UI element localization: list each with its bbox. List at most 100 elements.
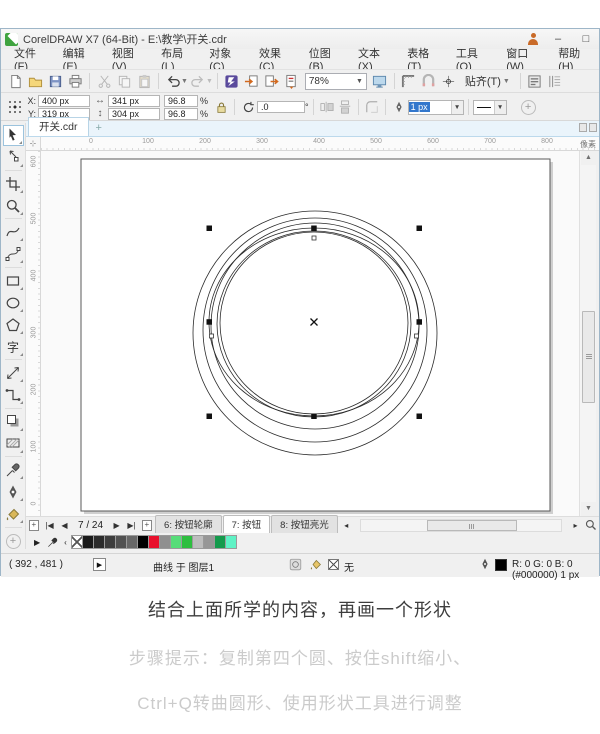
horizontal-scroll-thumb[interactable] — [426, 519, 517, 531]
height-field[interactable]: 304 px — [108, 107, 160, 120]
cut-icon[interactable] — [94, 71, 114, 91]
add-page-before-icon[interactable] — [29, 519, 39, 531]
freehand-tool-icon[interactable] — [3, 222, 24, 242]
new-document-icon[interactable] — [5, 71, 25, 91]
mirror-vertical-icon[interactable] — [336, 98, 354, 116]
copy-icon[interactable] — [114, 71, 134, 91]
options-icon[interactable] — [525, 71, 545, 91]
palette-flyout-icon[interactable]: ▶ — [34, 538, 40, 547]
page-tab-1[interactable]: 7: 按钮 — [222, 515, 271, 533]
palette-scroll-left-icon[interactable]: ‹ — [64, 538, 67, 547]
fill-none-icon — [328, 559, 339, 570]
drop-shadow-tool-icon[interactable] — [3, 411, 24, 432]
dimension-tool-icon[interactable] — [3, 363, 24, 383]
pick-tool-icon[interactable] — [2, 125, 24, 146]
width-field[interactable]: 341 px — [108, 94, 160, 107]
v-ruler-tick: 500 — [30, 212, 38, 225]
save-icon[interactable] — [45, 71, 65, 91]
publish-pdf-icon[interactable] — [282, 71, 302, 91]
add-page-after-icon[interactable] — [142, 519, 153, 531]
round-corner-icon[interactable] — [363, 98, 381, 116]
object-info: 曲线 于 图层1 — [153, 563, 215, 574]
text-tool-icon[interactable]: 字 — [3, 336, 24, 357]
fullscreen-preview-icon[interactable] — [370, 71, 390, 91]
x-position-field[interactable]: 400 px — [38, 94, 90, 107]
transparency-tool-icon[interactable] — [3, 433, 24, 454]
bezier-tool-icon[interactable] — [3, 244, 24, 264]
ruler-origin[interactable]: ⊹ — [26, 137, 41, 151]
paste-icon[interactable] — [134, 71, 154, 91]
shape-tool-icon[interactable] — [3, 147, 24, 167]
snap-combo[interactable]: 贴齐(T) ▼ — [459, 73, 516, 89]
next-page-icon[interactable]: ▶ — [109, 521, 124, 530]
view-navigator-toggles[interactable] — [579, 123, 599, 136]
export-icon[interactable] — [262, 71, 282, 91]
mirror-horizontal-icon[interactable] — [318, 98, 336, 116]
rectangle-tool-icon[interactable] — [3, 270, 24, 291]
horizontal-ruler[interactable]: 0 100 200 300 400 500 600 700 800 像素 — [41, 137, 599, 151]
print-icon[interactable] — [65, 71, 85, 91]
tab-scroll-left-icon[interactable]: ◂ — [339, 521, 354, 530]
lock-ratio-icon[interactable] — [212, 98, 230, 116]
zoom-level-combo[interactable]: 78% ▼ — [304, 72, 367, 90]
color-swatch-13[interactable] — [224, 535, 237, 549]
fill-color-icon[interactable] — [309, 558, 322, 574]
scroll-down-icon[interactable]: ▼ — [581, 502, 596, 516]
customize-propbar-button[interactable]: + — [520, 99, 536, 115]
last-page-icon[interactable]: ▶| — [124, 521, 139, 530]
scale-x-field[interactable]: 96.8 — [164, 94, 198, 107]
snap-off-icon[interactable] — [419, 71, 439, 91]
rotation-field[interactable]: .0 — [257, 101, 306, 113]
open-icon[interactable] — [25, 71, 45, 91]
quick-zoom-icon[interactable] — [583, 518, 599, 533]
x-label: X: — [27, 95, 36, 106]
rotation-icon — [239, 98, 257, 116]
horizontal-scrollbar[interactable] — [359, 518, 562, 532]
new-document-tab-button[interactable]: + — [89, 122, 109, 136]
drawing-canvas[interactable] — [41, 151, 579, 516]
h-ruler-tick: 0 — [89, 138, 93, 145]
import-icon[interactable] — [242, 71, 262, 91]
palette-eyedropper-icon[interactable] — [44, 535, 60, 550]
v-ruler-tick: 0 — [30, 501, 38, 506]
redo-dropdown-icon[interactable]: ▼ — [206, 78, 213, 85]
smart-fill-tool-icon[interactable] — [3, 504, 24, 524]
line-style-combo[interactable]: ▼ — [472, 99, 507, 115]
polygon-tool-icon[interactable] — [3, 314, 24, 335]
page-tab-0[interactable]: 6: 按钮轮廓 — [155, 515, 222, 533]
app-window: CorelDRAW X7 (64-Bit) - E:\教学\开关.cdr – □… — [0, 28, 600, 581]
zoom-tool-icon[interactable] — [3, 195, 24, 216]
page-tab-2[interactable]: 8: 按钮亮光 — [271, 515, 338, 533]
outline-pen-tool-icon[interactable] — [3, 482, 24, 502]
undo-dropdown-icon[interactable]: ▼ — [181, 78, 188, 85]
welcome-screen-icon[interactable] — [545, 71, 565, 91]
snap-to-icon[interactable] — [439, 71, 459, 91]
crop-tool-icon[interactable] — [3, 173, 24, 194]
document-tab[interactable]: 开关.cdr — [28, 117, 89, 136]
connector-tool-icon[interactable] — [3, 385, 24, 405]
caption-block: 结合上面所学的内容，再画一个形状 步骤提示：复制第四个圆、按住shift缩小、 … — [0, 596, 600, 734]
customize-toolbox-button[interactable]: + — [5, 534, 21, 550]
show-rulers-icon[interactable] — [399, 71, 419, 91]
vertical-scroll-thumb[interactable] — [582, 311, 595, 403]
vertical-scrollbar[interactable]: ▲ ▼ — [579, 151, 596, 516]
ellipse-tool-icon[interactable] — [3, 292, 24, 313]
previous-page-icon[interactable]: ◀ — [57, 521, 72, 530]
eyedropper-tool-icon[interactable] — [3, 460, 24, 480]
object-origin-grid-icon[interactable] — [8, 100, 22, 114]
outline-pen-status-icon[interactable] — [479, 558, 491, 573]
scale-y-field[interactable]: 96.8 — [164, 107, 198, 120]
scroll-up-icon[interactable]: ▲ — [581, 151, 596, 165]
first-page-icon[interactable]: |◀ — [42, 521, 57, 530]
outline-width-combo[interactable]: 1 px ▼ — [407, 99, 464, 115]
object-details-icon[interactable]: ▶ — [93, 558, 106, 571]
document-properties-icon[interactable] — [289, 558, 302, 574]
width-icon: ↔ — [95, 95, 105, 106]
ruler-unit-label: 像素 — [580, 140, 596, 149]
vertical-ruler[interactable]: 600 500 400 300 200 100 0 — [26, 151, 41, 516]
undo-icon[interactable] — [163, 71, 183, 91]
canvas-viewport[interactable] — [41, 151, 579, 516]
redo-icon[interactable] — [188, 71, 208, 91]
tab-scroll-right-icon[interactable]: ▸ — [568, 521, 583, 530]
application-launcher-icon[interactable] — [222, 71, 242, 91]
